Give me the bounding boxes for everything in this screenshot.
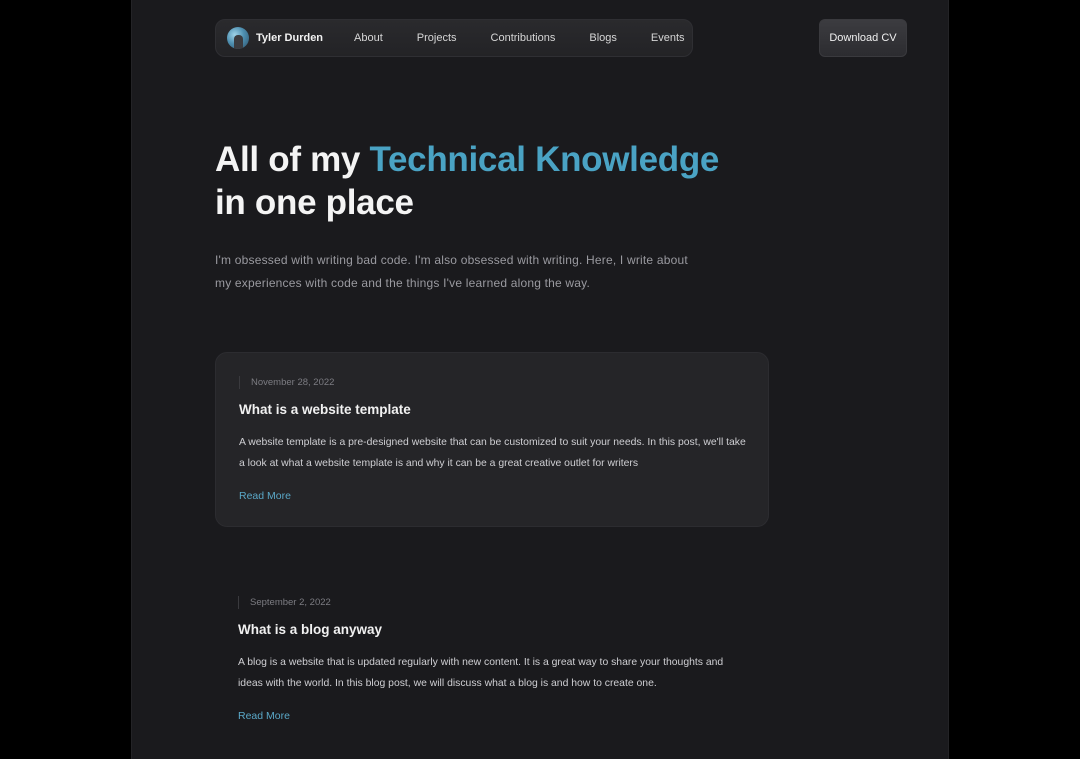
hero-title: All of my Technical Knowledge in one plac… [215,138,835,224]
nav-link-contributions[interactable]: Contributions [474,32,573,44]
post-excerpt: A blog is a website that is updated regu… [238,657,724,689]
read-more-link[interactable]: Read More [239,490,291,502]
nav-link-blogs[interactable]: Blogs [572,32,634,44]
top-navigation: Tyler Durden About Projects Contribution… [215,19,693,57]
brand-name: Tyler Durden [256,32,324,44]
post-date: September 2, 2022 [238,596,331,609]
post-title[interactable]: What is a website template [239,402,411,417]
blog-post-card: November 28, 2022 What is a website temp… [215,352,769,527]
hero-title-accent: Technical Knowledge [369,140,720,179]
page-container: Tyler Durden About Projects Contribution… [131,0,949,759]
brand-link[interactable]: Tyler Durden [227,27,323,49]
hero-title-part1: All of my [215,140,370,179]
nav-link-about[interactable]: About [337,32,400,44]
post-excerpt: A website template is a pre-designed web… [239,437,746,469]
post-title[interactable]: What is a blog anyway [238,622,382,637]
download-cv-button[interactable]: Download CV [819,19,907,57]
hero-subtitle: I'm obsessed with writing bad code. I'm … [215,253,688,290]
hero-title-part2: in one place [215,183,414,222]
nav-link-projects[interactable]: Projects [400,32,474,44]
avatar [227,27,249,49]
nav-link-events[interactable]: Events [634,32,702,44]
read-more-link[interactable]: Read More [238,710,290,722]
blog-post-card: September 2, 2022 What is a blog anyway … [215,573,769,743]
post-date: November 28, 2022 [239,376,334,389]
